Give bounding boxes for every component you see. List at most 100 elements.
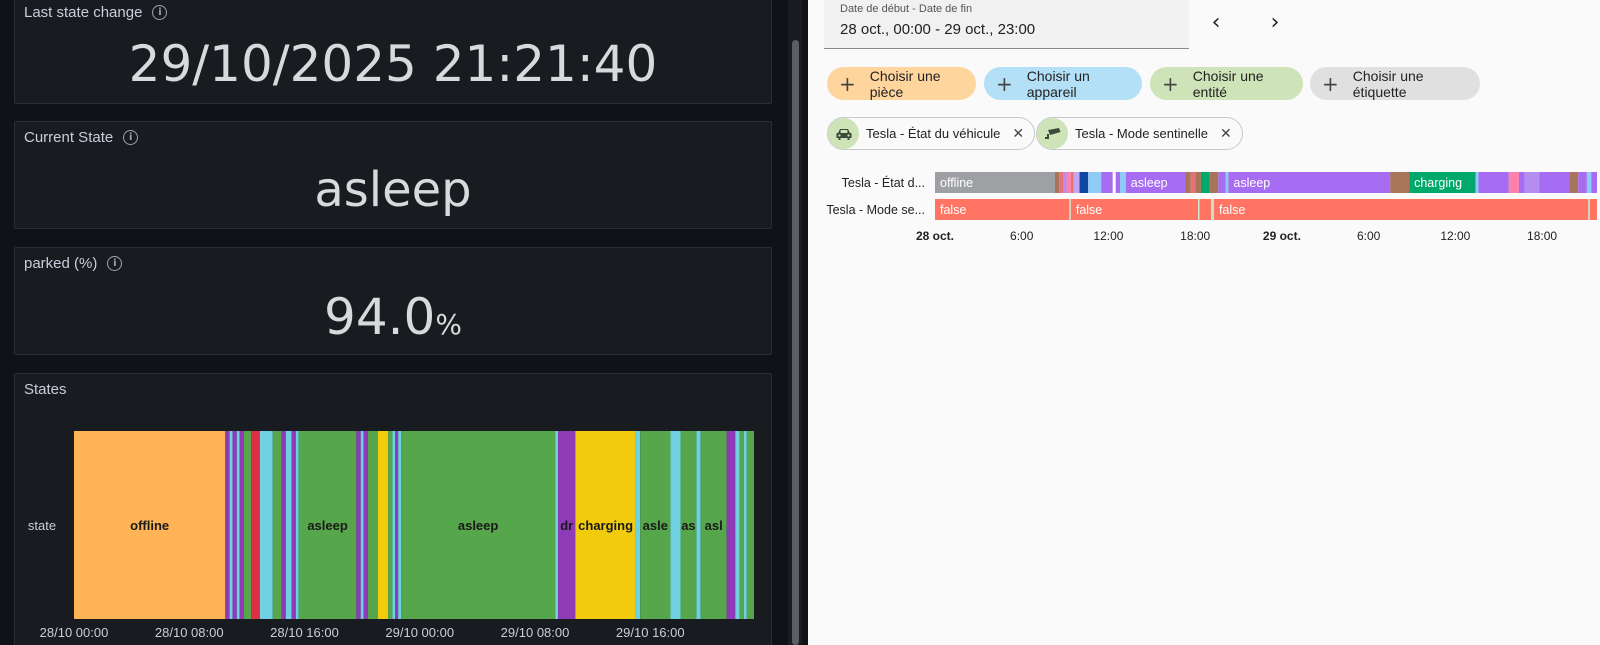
entity-chip-sentry-mode[interactable]: Tesla - Mode sentinelle ✕ bbox=[1036, 117, 1243, 150]
state-segment[interactable] bbox=[398, 431, 402, 619]
timeline-segment[interactable] bbox=[1225, 172, 1229, 193]
timeline-segment[interactable] bbox=[1079, 172, 1089, 193]
timeline-segment[interactable] bbox=[1063, 172, 1067, 193]
state-segment[interactable] bbox=[232, 431, 237, 619]
x-tick-label: 28 oct. bbox=[916, 229, 954, 243]
state-segment[interactable] bbox=[726, 431, 736, 619]
entity-chip-vehicle-state[interactable]: Tesla - État du véhicule ✕ bbox=[827, 117, 1036, 150]
state-segment[interactable] bbox=[696, 431, 701, 619]
segment-label: asleep bbox=[307, 518, 348, 533]
next-period-button[interactable]: › bbox=[1261, 8, 1289, 36]
state-segment[interactable] bbox=[635, 431, 641, 619]
close-icon[interactable]: ✕ bbox=[1220, 126, 1232, 142]
timeline-segment[interactable] bbox=[1478, 172, 1509, 193]
state-segment[interactable] bbox=[285, 431, 292, 619]
segment-label: false bbox=[1219, 203, 1245, 217]
timeline-segment[interactable] bbox=[1185, 172, 1191, 193]
date-range-label: Date de début - Date de fin bbox=[840, 3, 973, 15]
timeline-segment[interactable] bbox=[1569, 172, 1579, 193]
state-segment[interactable] bbox=[239, 431, 244, 619]
timeline-segment[interactable] bbox=[1213, 199, 1589, 220]
timeline-segment[interactable] bbox=[1591, 172, 1597, 193]
timeline-segment[interactable] bbox=[1070, 172, 1074, 193]
state-segment[interactable] bbox=[295, 431, 299, 619]
grafana-dashboard: Last state change i 29/10/2025 21:21:40 … bbox=[0, 0, 808, 645]
entity-chip-label: Tesla - État du véhicule bbox=[866, 126, 1001, 141]
choose-label-button[interactable]: + Choisir une étiquette bbox=[1310, 67, 1480, 100]
plus-icon: + bbox=[996, 71, 1013, 96]
state-segment[interactable] bbox=[735, 431, 740, 619]
previous-period-button[interactable]: ‹ bbox=[1202, 8, 1230, 36]
state-segment[interactable] bbox=[739, 431, 744, 619]
state-segment[interactable] bbox=[360, 431, 364, 619]
timeline-segment[interactable] bbox=[1195, 172, 1201, 193]
timeline-segment[interactable] bbox=[1475, 172, 1479, 193]
state-segment[interactable] bbox=[555, 431, 559, 619]
state-segment[interactable] bbox=[395, 431, 399, 619]
timeline-segment[interactable] bbox=[1586, 172, 1592, 193]
choose-entity-button[interactable]: + Choisir une entité bbox=[1150, 67, 1303, 100]
close-icon[interactable]: ✕ bbox=[1012, 126, 1024, 142]
state-segment[interactable] bbox=[244, 431, 252, 619]
timeline-segment[interactable] bbox=[1115, 172, 1121, 193]
state-segment[interactable] bbox=[225, 431, 230, 619]
timeline-segment[interactable] bbox=[1589, 199, 1597, 220]
timeline-segment[interactable] bbox=[1054, 172, 1060, 193]
segment-label: as bbox=[681, 518, 695, 533]
segment-label: asle bbox=[643, 518, 668, 533]
state-segment[interactable] bbox=[388, 431, 393, 619]
timeline-segment[interactable] bbox=[1073, 172, 1080, 193]
state-segment[interactable] bbox=[236, 431, 240, 619]
choose-area-button[interactable]: + Choisir une pièce bbox=[827, 67, 976, 100]
timeline-segment[interactable] bbox=[1518, 172, 1525, 193]
date-range-picker[interactable]: Date de début - Date de fin 28 oct., 00:… bbox=[824, 0, 1189, 49]
timeline-segment[interactable] bbox=[1059, 172, 1064, 193]
timeline-segment[interactable] bbox=[1390, 172, 1410, 193]
state-segment[interactable] bbox=[363, 431, 368, 619]
state-segment[interactable] bbox=[272, 431, 282, 619]
panel-title: Last state change bbox=[24, 4, 143, 21]
timeline-segment[interactable] bbox=[1200, 172, 1210, 193]
state-segment[interactable] bbox=[670, 431, 681, 619]
x-tick-label: 29 oct. bbox=[1263, 229, 1301, 243]
chip-label: Choisir une étiquette bbox=[1352, 67, 1424, 100]
state-segment[interactable] bbox=[743, 431, 747, 619]
timeline-segment[interactable] bbox=[1508, 172, 1519, 193]
states-timeline-chart: state offline asleep asleep dr charging asle as… bbox=[28, 431, 754, 640]
state-segment[interactable] bbox=[392, 431, 396, 619]
timeline-segment[interactable] bbox=[1198, 199, 1200, 220]
x-tick-label: 29/10 08:00 bbox=[501, 625, 570, 640]
segment-label: charging bbox=[578, 518, 633, 533]
scrollbar-thumb[interactable] bbox=[792, 40, 799, 645]
history-panel: Date de début - Date de fin 28 oct., 00:… bbox=[808, 0, 1600, 645]
timeline-segment[interactable] bbox=[1101, 172, 1113, 193]
timeline-segment[interactable] bbox=[1069, 199, 1071, 220]
state-segment[interactable] bbox=[251, 431, 260, 619]
timeline-segment[interactable] bbox=[1066, 172, 1071, 193]
state-segment[interactable] bbox=[377, 431, 389, 619]
state-segment[interactable] bbox=[746, 431, 754, 619]
timeline-segment[interactable] bbox=[1120, 172, 1126, 193]
timeline-segment[interactable] bbox=[1112, 172, 1116, 193]
state-segment[interactable] bbox=[229, 431, 233, 619]
timeline-segment[interactable] bbox=[1199, 199, 1212, 220]
state-segment[interactable] bbox=[281, 431, 286, 619]
timeline-segment[interactable] bbox=[1524, 172, 1540, 193]
state-segment[interactable] bbox=[291, 431, 296, 619]
state-segment[interactable] bbox=[367, 431, 378, 619]
timeline-segment[interactable] bbox=[1588, 199, 1590, 220]
info-icon[interactable]: i bbox=[152, 5, 168, 20]
x-tick-label: 29/10 16:00 bbox=[616, 625, 685, 640]
timeline-segment[interactable] bbox=[1088, 172, 1102, 193]
x-tick-label: 12:00 bbox=[1093, 229, 1123, 243]
state-segment[interactable] bbox=[356, 431, 361, 619]
timeline-segment[interactable] bbox=[1578, 172, 1587, 193]
timeline-segment[interactable] bbox=[1209, 172, 1219, 193]
timeline-segment[interactable] bbox=[1211, 199, 1214, 220]
timeline-segment[interactable] bbox=[1539, 172, 1570, 193]
state-segment[interactable] bbox=[259, 431, 273, 619]
timeline-segment[interactable] bbox=[1218, 172, 1226, 193]
choose-device-button[interactable]: + Choisir un appareil bbox=[984, 67, 1142, 100]
row-label: Tesla - Mode se... bbox=[826, 203, 925, 217]
timeline-segment[interactable] bbox=[1190, 172, 1196, 193]
